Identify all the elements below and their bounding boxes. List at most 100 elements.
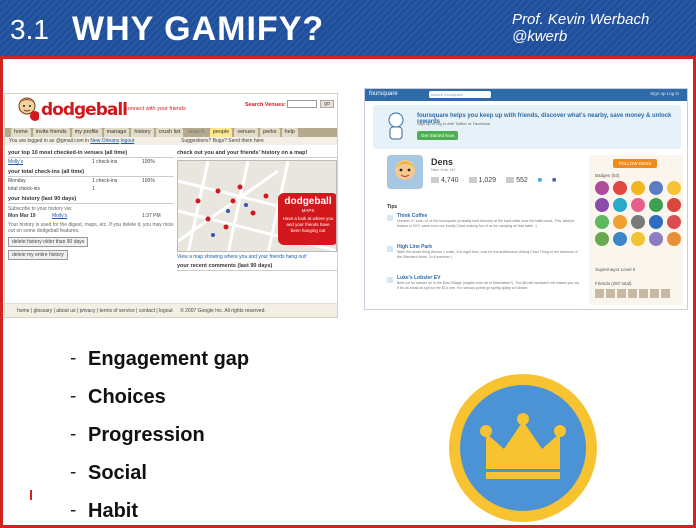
footer-link-about[interactable]: about us <box>56 308 75 314</box>
friends-avatars <box>595 289 670 298</box>
foursquare-auth-links[interactable]: Sign up Log in <box>650 91 679 96</box>
location-prefix: in <box>85 138 89 144</box>
footer-link-glossary[interactable]: glossary <box>34 308 53 314</box>
list-item: - Progression <box>70 416 249 454</box>
author-handle: @kwerb <box>512 28 568 45</box>
badge-icon[interactable] <box>613 181 627 195</box>
bullet-text: Choices <box>88 385 166 408</box>
bullet-dash-icon: - <box>70 348 77 369</box>
badge-icon[interactable] <box>595 215 609 229</box>
logout-link[interactable]: logout <box>121 138 135 144</box>
footer-link-privacy[interactable]: privacy <box>80 308 96 314</box>
stat-friends: 1,029 <box>468 177 496 184</box>
tip-icon <box>387 246 393 252</box>
tab-search[interactable]: search <box>185 128 208 137</box>
badge-icon[interactable] <box>649 181 663 195</box>
dodgeball-map-column: check out you and your friends' history … <box>177 147 337 271</box>
delete-old-history-button[interactable]: delete history older than 90 days <box>8 237 89 247</box>
badge-icon[interactable] <box>667 215 681 229</box>
map-bubble-title: dodgeball <box>284 196 332 207</box>
tab-my-profile[interactable]: my profile <box>71 128 102 137</box>
mayor-status: Supermayor Level II <box>595 267 636 272</box>
badge-icon[interactable] <box>667 198 681 212</box>
venue-link[interactable]: Molly's <box>8 159 92 165</box>
badge-icon[interactable] <box>613 215 627 229</box>
avatar[interactable] <box>639 289 648 298</box>
search-venues-label: Search Venues: <box>245 102 286 108</box>
history-note: Your history is used for the digest, map… <box>8 222 174 234</box>
dodgeball-topbar: dodgeball connect with your friends Sear… <box>5 94 337 128</box>
tab-perks[interactable]: perks <box>260 128 280 137</box>
badge-icon[interactable] <box>649 198 663 212</box>
twitter-icon[interactable]: ■ <box>538 177 542 184</box>
avatar[interactable] <box>595 289 604 298</box>
footer-link-home[interactable]: home <box>17 308 30 314</box>
badge-icon[interactable] <box>667 232 681 246</box>
badge-icon[interactable] <box>631 181 645 195</box>
tab-manage[interactable]: manage <box>103 128 130 137</box>
tab-history[interactable]: history <box>131 128 154 137</box>
bullet-text: Engagement gap <box>88 347 250 370</box>
top-venues-header: your top 10 most checked-in venues (all … <box>8 149 174 158</box>
badge-icon[interactable] <box>667 181 681 195</box>
tab-invite-friends[interactable]: invite friends <box>32 128 70 137</box>
footer-link-terms[interactable]: terms of service <box>99 308 134 314</box>
suggestions-link[interactable]: Suggestions? Bugs? Send them here <box>181 137 264 145</box>
day-label: Monday <box>8 178 26 184</box>
avatar[interactable] <box>650 289 659 298</box>
bullet-dash-icon: - <box>70 386 77 407</box>
bullet-dash-icon: - <box>70 462 77 483</box>
tab-people[interactable]: people <box>209 128 233 137</box>
badge-icon[interactable] <box>631 215 645 229</box>
map-header: check out you and your friends' history … <box>177 149 337 158</box>
foursquare-search-input[interactable]: search foursquare <box>429 91 491 98</box>
tab-help[interactable]: help <box>281 128 298 137</box>
section-number: 3.1 <box>10 14 49 45</box>
delete-all-history-button[interactable]: delete my entire history <box>8 250 68 260</box>
history-header: your history (last 90 days) <box>8 195 174 204</box>
map-promo-bubble: dodgeball MAPS Have a look at where you … <box>278 193 336 245</box>
stat-checkins-value: 4,740 <box>441 177 459 184</box>
badge-icon[interactable] <box>649 232 663 246</box>
location-link[interactable]: New Orleans <box>90 138 119 144</box>
badges-grid <box>595 181 681 246</box>
dodgeball-logo[interactable]: dodgeball <box>41 100 128 120</box>
badge-icon[interactable] <box>613 232 627 246</box>
map-caption-link[interactable]: View a map showing where you and your fr… <box>177 254 337 260</box>
checkin-percent: 100% <box>142 159 155 165</box>
avatar[interactable] <box>606 289 615 298</box>
footer-link-logout[interactable]: logout <box>159 308 173 314</box>
friends-icon <box>468 177 477 184</box>
badge-icon[interactable] <box>649 215 663 229</box>
avatar[interactable] <box>661 289 670 298</box>
footer-link-contact[interactable]: contact <box>139 308 155 314</box>
tab-home[interactable]: home <box>11 128 31 137</box>
friends-map[interactable]: dodgeball MAPS Have a look at where you … <box>177 160 337 252</box>
foursquare-banner: foursquare helps you keep up with friend… <box>373 105 681 149</box>
badge-icon[interactable] <box>595 181 609 195</box>
follow-button[interactable]: FOLLOW DENS <box>613 159 657 168</box>
tab-crush-list[interactable]: crush list <box>155 128 184 137</box>
search-go-button[interactable]: go <box>320 100 334 108</box>
badge-icon[interactable] <box>595 198 609 212</box>
tab-venues[interactable]: venues <box>234 128 259 137</box>
dodgeball-mascot-icon <box>18 97 39 121</box>
search-venues-input[interactable] <box>287 100 317 108</box>
badge-icon[interactable] <box>613 198 627 212</box>
tip-icon <box>387 277 393 283</box>
get-started-button[interactable]: Get Started Now <box>417 131 459 140</box>
facebook-icon[interactable]: ■ <box>552 177 556 184</box>
venue-link[interactable]: Molly's <box>52 213 142 219</box>
badge-icon[interactable] <box>595 232 609 246</box>
table-row: Monday 1 check-ins 100% <box>8 177 174 185</box>
profile-stats: 4,740 1,029 552 ■ ■ <box>431 177 556 184</box>
avatar[interactable] <box>617 289 626 298</box>
badge-icon[interactable] <box>631 198 645 212</box>
checkin-count: 1 check-ins <box>92 178 118 184</box>
foursquare-logo[interactable]: foursquare <box>369 91 398 97</box>
table-row: Mon Mar 19 Molly's 1:37 PM <box>8 212 174 220</box>
profile-name: Dens <box>431 157 454 167</box>
avatar[interactable] <box>628 289 637 298</box>
total-label: total check-ins <box>8 186 40 192</box>
badge-icon[interactable] <box>631 232 645 246</box>
